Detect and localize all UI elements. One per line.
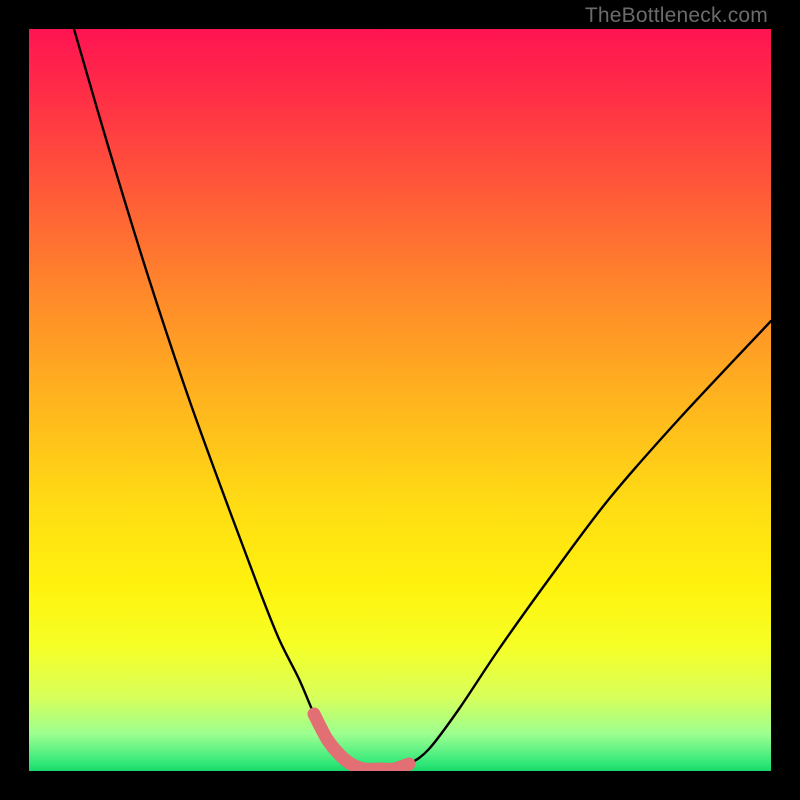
- chart-frame: TheBottleneck.com: [0, 0, 800, 800]
- bottleneck-curve-svg: [29, 29, 771, 771]
- sweet-spot-highlight: [314, 714, 409, 769]
- plot-area: [29, 29, 771, 771]
- watermark-text: TheBottleneck.com: [585, 4, 768, 28]
- bottleneck-curve-path: [74, 29, 771, 769]
